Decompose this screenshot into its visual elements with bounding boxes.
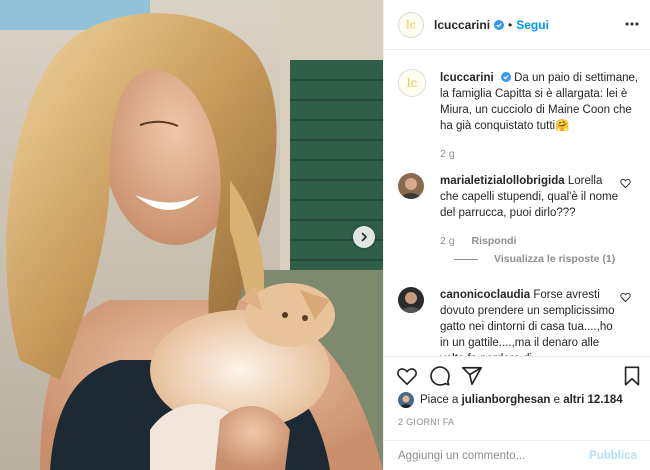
commenter-avatar[interactable] [398,287,424,313]
comment-bubble-icon[interactable] [429,365,451,387]
heart-icon[interactable] [396,365,418,387]
replies-divider [454,258,478,260]
reply-button[interactable]: Rispondi [472,235,517,247]
lc-logo-icon: lc [407,76,418,90]
more-options-icon[interactable] [625,17,639,31]
bookmark-icon[interactable] [621,365,643,387]
post-header: lc lcuccarini • Segui [384,0,650,50]
publish-button[interactable]: Pubblica [589,450,637,462]
avatar-photo-icon [398,173,424,199]
svg-text:lc: lc [406,18,416,31]
comment-input[interactable] [398,449,590,462]
caption-meta: 2 g [440,146,640,162]
view-replies-button[interactable]: Visualizza le risposte (1) [454,253,615,265]
liker-avatar[interactable] [398,392,414,408]
avatar-photo-icon [398,392,414,408]
likes-prefix: Piace a [420,394,459,406]
verified-badge-icon [500,72,511,82]
caption-body: lcuccarini Da un paio di settimane, la f… [440,70,640,162]
comments-section[interactable]: lc lcuccarini Da un paio di settimane, l… [384,51,650,356]
comment-username[interactable]: marialetizialollobrigida [440,175,565,187]
view-replies-label: Visualizza le risposte (1) [494,253,616,265]
verified-badge-icon [494,19,505,30]
comment-username[interactable]: canonicoclaudia [440,289,530,301]
add-comment-bar: Pubblica [384,440,650,470]
avatar-photo-icon [398,287,424,313]
caption-username[interactable]: lcuccarini [440,72,494,84]
comment-age: 2 g [440,235,455,247]
post-timestamp: 2 GIORNI FA [398,417,455,427]
follow-button[interactable]: Segui [516,18,549,32]
likes-conjunction: e [553,394,560,406]
likes-count[interactable]: altri 12.184 [563,394,622,406]
post-photo[interactable] [0,0,383,470]
chevron-right-icon [361,232,368,242]
separator-dot: • [508,17,513,32]
next-image-button[interactable] [353,226,375,248]
paper-plane-icon[interactable] [461,365,483,387]
svg-text:lc: lc [407,76,418,90]
author-avatar[interactable]: lc [398,11,424,38]
caption-age: 2 g [440,148,455,160]
caption-avatar[interactable]: lc [398,69,426,97]
liker-username[interactable]: julianborghesan [462,394,551,406]
comment-meta: 2 g Rispondi [440,233,620,249]
heart-icon[interactable] [620,178,631,189]
post-panel: lc lcuccarini • Segui lc lcuccarini Da u… [383,0,650,470]
comment-body: marialetizialollobrigida Lorella che cap… [440,173,620,249]
comment-body: canonicoclaudia Forse avresti dovuto pre… [440,287,620,356]
commenter-avatar[interactable] [398,173,424,199]
heart-icon[interactable] [620,292,631,303]
action-bar [384,356,650,392]
likes-summary: Piace a julianborghesan e altri 12.184 [398,392,623,408]
post-image [0,0,383,470]
lc-logo-icon: lc [406,18,416,31]
author-username[interactable]: lcuccarini [434,18,490,32]
